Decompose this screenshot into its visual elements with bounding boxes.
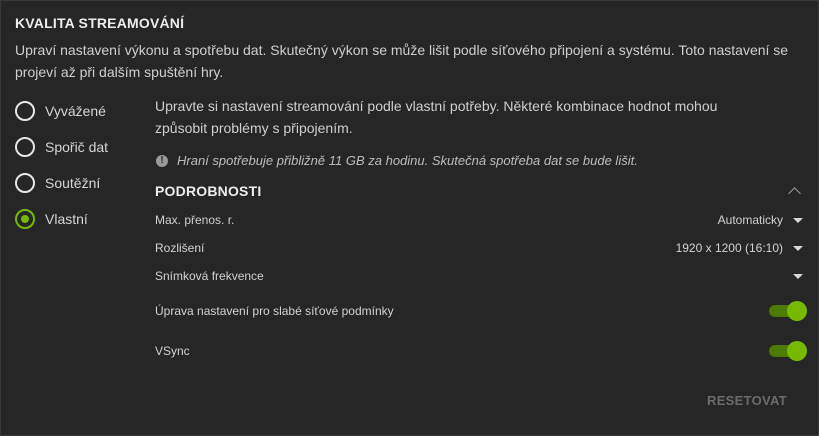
preset-data-saver[interactable]: Spořič dat bbox=[15, 129, 108, 165]
preset-label: Soutěžní bbox=[45, 175, 101, 191]
vsync-toggle[interactable] bbox=[769, 341, 807, 361]
vsync-row: VSync bbox=[155, 341, 807, 361]
vsync-label: VSync bbox=[155, 344, 190, 358]
framerate-row: Snímková frekvence bbox=[155, 269, 805, 283]
caret-down-icon bbox=[793, 245, 803, 251]
bitrate-row: Max. přenos. r. Automaticky bbox=[155, 213, 805, 227]
framerate-label: Snímková frekvence bbox=[155, 269, 264, 283]
radio-unchecked-icon bbox=[15, 137, 35, 157]
poor-network-row: Úprava nastavení pro slabé síťové podmín… bbox=[155, 301, 807, 321]
preset-label: Vlastní bbox=[45, 211, 88, 227]
resolution-value: 1920 x 1200 (16:10) bbox=[675, 241, 783, 255]
preset-competitive[interactable]: Soutěžní bbox=[15, 165, 108, 201]
framerate-dropdown[interactable] bbox=[783, 273, 805, 279]
info-icon: ! bbox=[156, 154, 168, 167]
bitrate-dropdown[interactable]: Automaticky bbox=[718, 213, 805, 227]
radio-checked-icon bbox=[15, 209, 35, 229]
data-usage-info: ! Hraní spotřebuje přibližně 11 GB za ho… bbox=[155, 153, 805, 168]
toggle-knob bbox=[787, 341, 807, 361]
preset-custom[interactable]: Vlastní bbox=[15, 201, 108, 237]
resolution-row: Rozlišení 1920 x 1200 (16:10) bbox=[155, 241, 805, 255]
preset-balanced[interactable]: Vyvážené bbox=[15, 93, 108, 129]
section-description: Upraví nastavení výkonu a spotřebu dat. … bbox=[15, 42, 789, 80]
resolution-label: Rozlišení bbox=[155, 241, 205, 255]
custom-description: Upravte si nastavení streamování podle v… bbox=[155, 98, 718, 136]
details-title: PODROBNOSTI bbox=[155, 183, 262, 199]
details-header[interactable]: PODROBNOSTI bbox=[155, 183, 805, 200]
resolution-dropdown[interactable]: 1920 x 1200 (16:10) bbox=[676, 241, 805, 255]
section-title: KVALITA STREAMOVÁNÍ bbox=[15, 15, 185, 31]
preset-radio-group: Vyvážené Spořič dat Soutěžní Vlastní bbox=[15, 93, 108, 237]
toggle-knob bbox=[787, 301, 807, 321]
poor-network-label: Úprava nastavení pro slabé síťové podmín… bbox=[155, 304, 394, 318]
data-usage-text: Hraní spotřebuje přibližně 11 GB za hodi… bbox=[177, 153, 638, 168]
streaming-quality-panel: KVALITA STREAMOVÁNÍ Upraví nastavení výk… bbox=[0, 0, 819, 436]
poor-network-toggle[interactable] bbox=[769, 301, 807, 321]
bitrate-value: Automaticky bbox=[717, 213, 783, 227]
radio-unchecked-icon bbox=[15, 173, 35, 193]
radio-unchecked-icon bbox=[15, 101, 35, 121]
bitrate-label: Max. přenos. r. bbox=[155, 213, 235, 227]
preset-label: Spořič dat bbox=[45, 139, 109, 155]
reset-button[interactable]: RESETOVAT bbox=[707, 393, 787, 408]
preset-label: Vyvážené bbox=[45, 103, 106, 119]
caret-down-icon bbox=[793, 217, 803, 223]
chevron-up-icon[interactable] bbox=[788, 187, 801, 200]
caret-down-icon bbox=[793, 273, 803, 279]
custom-settings: Upravte si nastavení streamování podle v… bbox=[155, 95, 807, 361]
